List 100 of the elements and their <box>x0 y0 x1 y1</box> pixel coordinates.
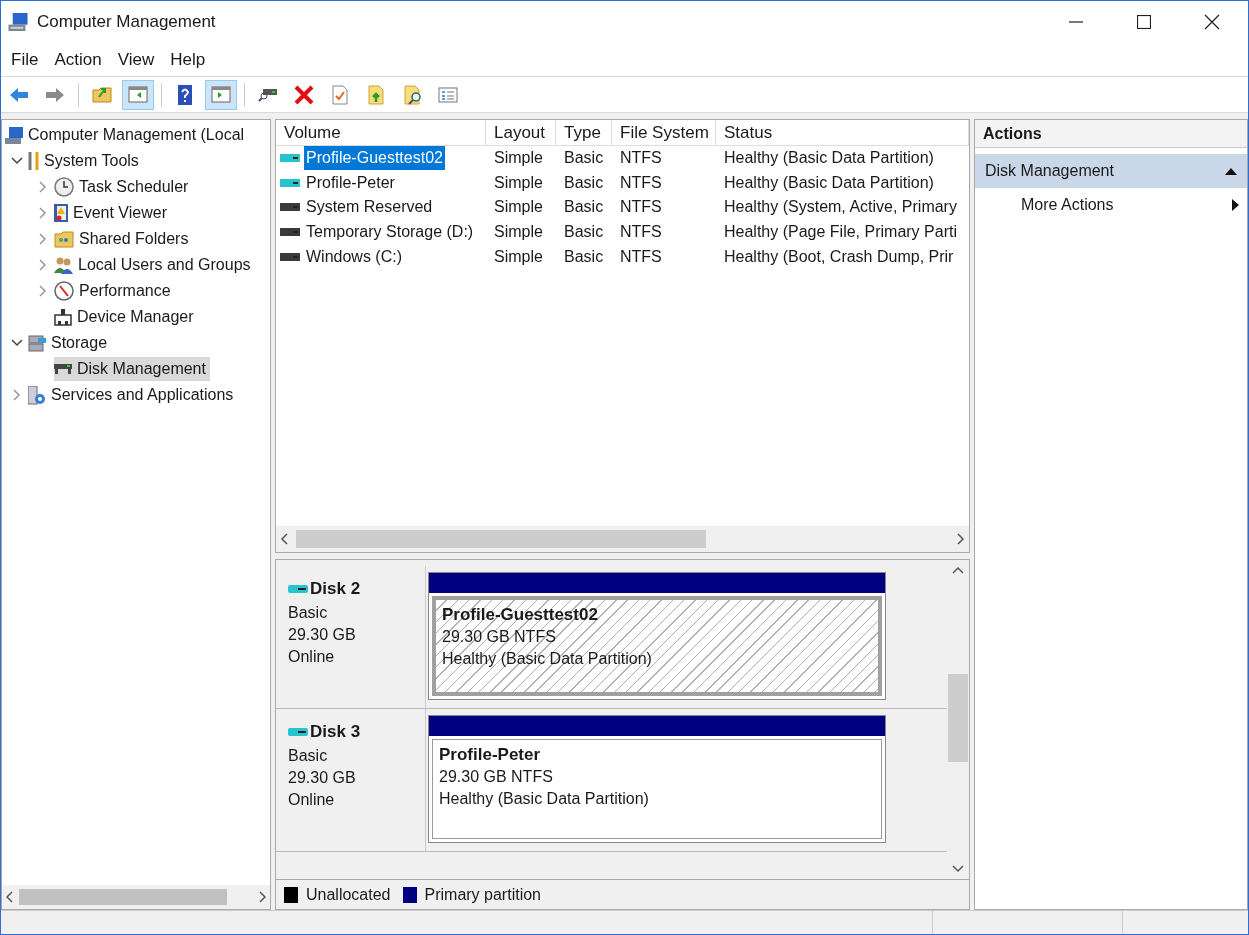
table-cell-text: Simple <box>494 148 543 169</box>
partition-size: 29.30 GB NTFS <box>442 627 557 647</box>
collapsed-chevron-icon[interactable] <box>39 259 47 271</box>
collapsed-chevron-icon[interactable] <box>39 181 47 193</box>
scroll-right-icon[interactable] <box>259 891 266 903</box>
table-cell-text: Simple <box>494 246 543 267</box>
services-icon <box>28 385 46 405</box>
tree-item[interactable]: Disk Management <box>54 357 210 381</box>
folder-arrow-icon <box>92 86 112 103</box>
gauge-icon <box>54 281 74 301</box>
drive-icon <box>288 727 308 736</box>
actions-header: Actions <box>975 120 1247 148</box>
tree-item[interactable]: System Tools <box>28 149 143 173</box>
back-arrow-icon <box>10 87 28 102</box>
disk-detail: 29.30 GB <box>288 767 357 788</box>
column-header[interactable]: Layout <box>486 120 556 145</box>
checklist-icon <box>438 86 458 103</box>
document-check-icon <box>332 84 348 105</box>
tree-item[interactable]: Device Manager <box>54 305 198 329</box>
tree-item[interactable]: Services and Applications <box>28 383 238 407</box>
window-title: Computer Management <box>37 11 216 34</box>
clock-icon <box>54 177 74 197</box>
tree-item[interactable]: Computer Management (Local <box>5 123 249 147</box>
scroll-right-icon[interactable] <box>957 533 965 545</box>
column-header[interactable]: Status <box>716 120 969 145</box>
disk-name: Disk 3 <box>310 721 361 743</box>
volume-name[interactable]: Profile-Guesttest02 <box>304 146 445 171</box>
toolbar-button[interactable] <box>205 79 237 110</box>
table-cell-text: Simple <box>494 172 543 193</box>
menu-item[interactable]: File <box>3 44 47 75</box>
table-cell-text: NTFS <box>620 148 662 169</box>
delete-icon <box>294 84 314 105</box>
legend-label: Primary partition <box>424 884 541 905</box>
log-icon <box>54 204 68 222</box>
legend-label: Unallocated <box>306 884 391 905</box>
device-icon <box>54 308 72 326</box>
menu-item[interactable]: Action <box>46 44 110 75</box>
actions-section-header[interactable]: Disk Management <box>975 154 1247 188</box>
volume-name[interactable]: System Reserved <box>304 195 435 220</box>
minimize-icon <box>1069 21 1083 23</box>
expanded-chevron-icon[interactable] <box>11 339 23 347</box>
menu-item[interactable]: View <box>109 44 163 75</box>
table-cell-text: Basic <box>564 222 604 243</box>
table-cell-text: Healthy (Basic Data Partition) <box>724 148 934 169</box>
expanded-chevron-icon[interactable] <box>11 157 23 165</box>
collapsed-chevron-icon[interactable] <box>13 389 21 401</box>
table-cell-text: NTFS <box>620 222 662 243</box>
tree-item[interactable]: Storage <box>28 331 112 355</box>
scroll-up-icon[interactable] <box>952 566 964 574</box>
drive-icon <box>54 364 72 374</box>
users-icon <box>54 256 73 274</box>
disk-detail: Online <box>288 789 336 810</box>
horizontal-scrollbar[interactable] <box>2 885 270 909</box>
column-header[interactable]: Volume <box>276 120 486 145</box>
column-header[interactable]: Type <box>556 120 612 145</box>
storage-icon <box>28 334 46 352</box>
help-icon <box>178 84 192 105</box>
tree-item[interactable]: Task Scheduler <box>54 175 193 199</box>
pane-icon <box>128 86 148 103</box>
tree-item[interactable]: Shared Folders <box>54 227 193 251</box>
table-cell-text: Healthy (Page File, Primary Parti <box>724 222 957 243</box>
volume-name[interactable]: Temporary Storage (D:) <box>304 220 476 245</box>
horizontal-scrollbar[interactable] <box>276 526 969 552</box>
table-cell-text: NTFS <box>620 246 662 267</box>
close-icon <box>1204 14 1220 30</box>
disk-name: Disk 2 <box>310 578 361 600</box>
table-cell-text: Basic <box>564 148 604 169</box>
toolbar-button[interactable] <box>122 79 154 110</box>
disk-detail: Basic <box>288 602 329 623</box>
tree-item[interactable]: Event Viewer <box>54 201 171 225</box>
document-arrow-icon <box>368 84 384 105</box>
drive-icon <box>288 584 308 593</box>
table-cell-text: Simple <box>494 222 543 243</box>
column-header[interactable]: File System <box>612 120 716 145</box>
scroll-left-icon[interactable] <box>280 533 288 545</box>
scroll-left-icon[interactable] <box>6 891 13 903</box>
menu-item[interactable]: Help <box>162 44 214 75</box>
forward-arrow-icon <box>46 87 64 102</box>
collapsed-chevron-icon[interactable] <box>39 233 47 245</box>
table-cell-text: Healthy (Basic Data Partition) <box>724 172 934 193</box>
volume-name[interactable]: Windows (C:) <box>304 244 404 269</box>
volume-name[interactable]: Profile-Peter <box>304 170 397 195</box>
partition-status: Healthy (Basic Data Partition) <box>442 649 653 669</box>
table-cell-text: Healthy (System, Active, Primary <box>724 197 957 218</box>
tree-item[interactable]: Local Users and Groups <box>54 253 255 277</box>
maximize-icon <box>1137 15 1151 29</box>
collapsed-chevron-icon[interactable] <box>39 207 47 219</box>
collapsed-chevron-icon[interactable] <box>39 285 47 297</box>
collapse-icon <box>1225 167 1237 175</box>
partition-block[interactable]: Profile-Peter 29.30 GB NTFS Healthy (Basic Data Partition) <box>428 715 886 843</box>
computer-icon <box>5 126 23 144</box>
action-link[interactable]: More Actions <box>975 188 1247 222</box>
tree-item[interactable]: Performance <box>54 279 175 303</box>
partition-block[interactable]: Profile-Guesttest02 29.30 GB NTFS Healthy (Basic Data Partition) <box>428 572 886 700</box>
disk-detail: 29.30 GB <box>288 624 357 645</box>
partition-name: Profile-Guesttest02 <box>442 604 599 626</box>
scroll-down-icon[interactable] <box>952 865 964 873</box>
folder-people-icon <box>54 230 74 248</box>
table-cell-text: Basic <box>564 197 604 218</box>
partition-size: 29.30 GB NTFS <box>439 767 554 787</box>
